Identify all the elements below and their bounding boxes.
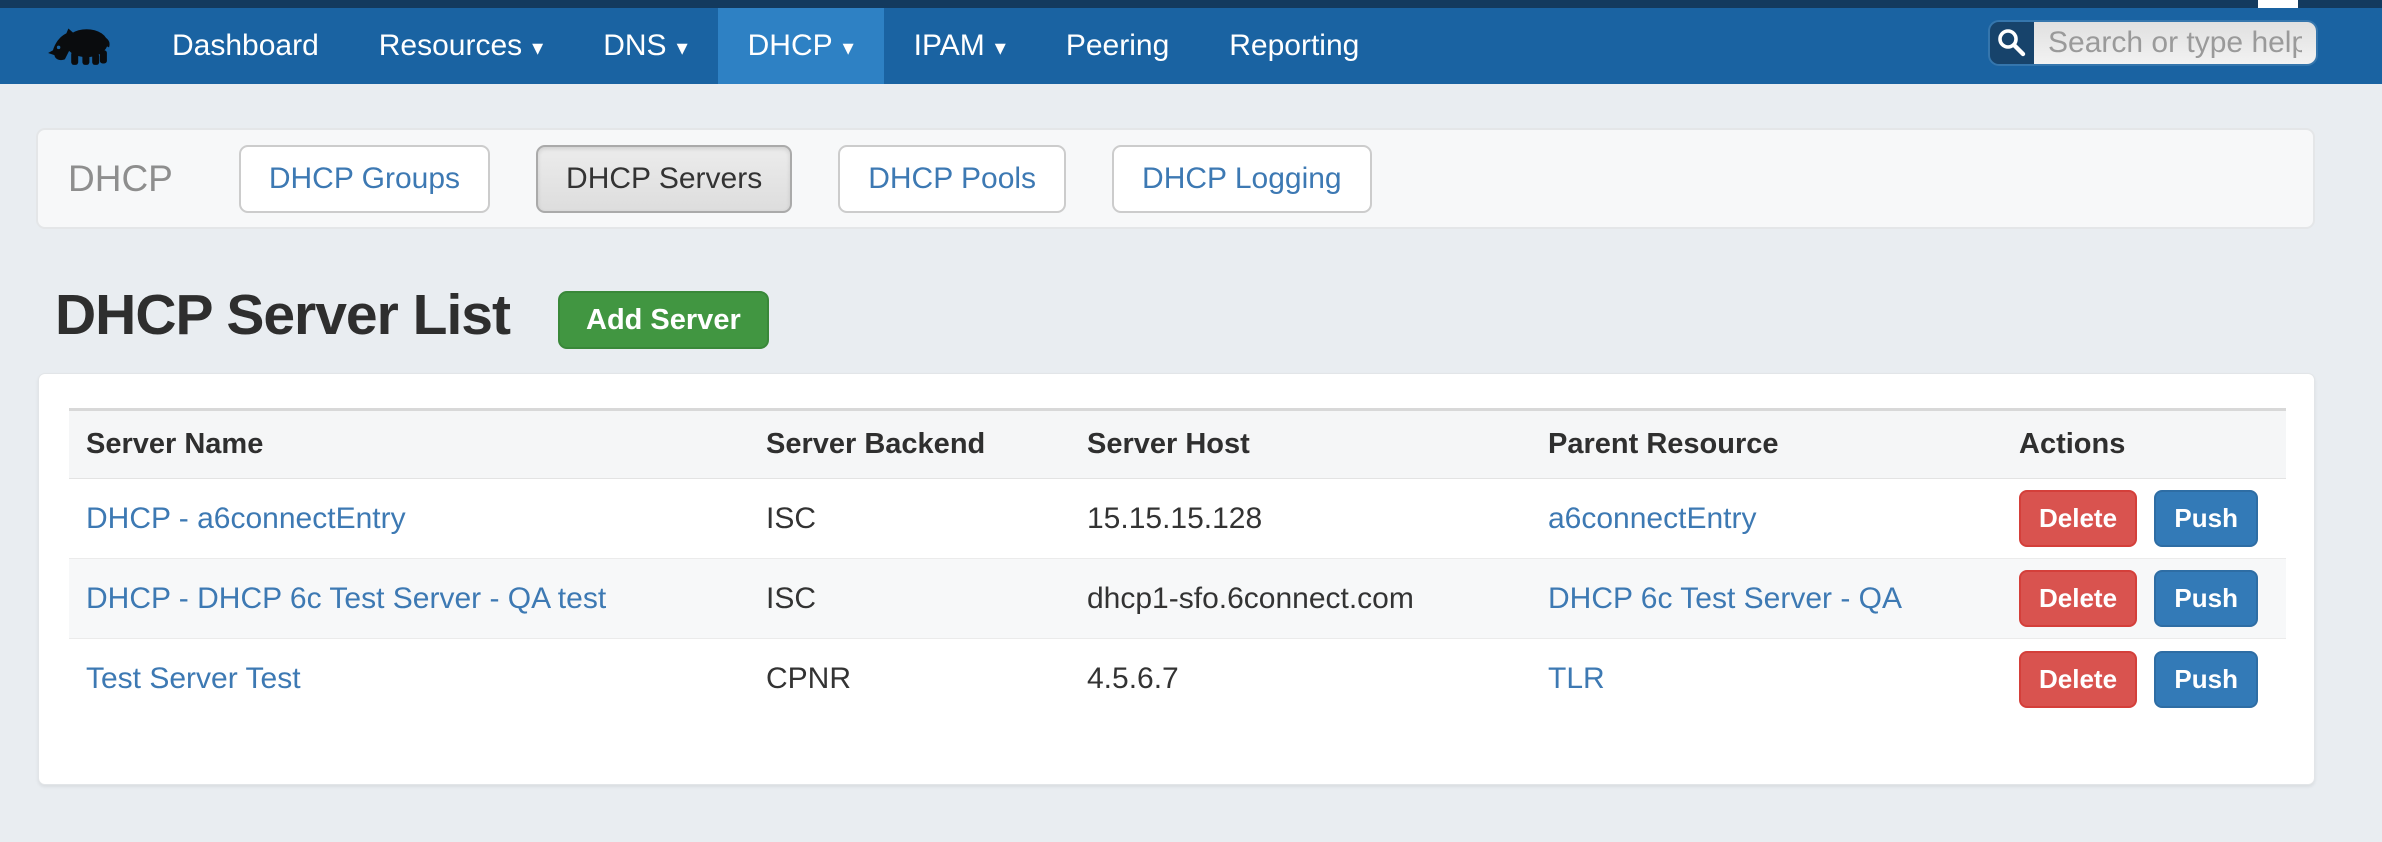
- delete-button[interactable]: Delete: [2019, 570, 2137, 627]
- column-header-server-backend: Server Backend: [766, 428, 1087, 461]
- page-title: DHCP Server List: [55, 282, 510, 348]
- server-list-panel: Server Name Server Backend Server Host P…: [38, 373, 2315, 785]
- push-button[interactable]: Push: [2154, 490, 2258, 547]
- nav-item-label: Dashboard: [172, 29, 319, 63]
- chevron-down-icon: ▾: [843, 35, 854, 61]
- parent-resource-link[interactable]: a6connectEntry: [1548, 502, 1756, 535]
- nav-item-resources[interactable]: Resources ▾: [349, 8, 573, 84]
- dhcp-pools-button[interactable]: DHCP Pools: [838, 145, 1066, 213]
- section-label: DHCP: [68, 158, 173, 200]
- nav-item-label: Resources: [379, 29, 522, 63]
- rhino-logo-icon[interactable]: [46, 16, 116, 76]
- column-header-server-host: Server Host: [1087, 428, 1548, 461]
- chevron-down-icon: ▾: [677, 35, 688, 61]
- table-row: DHCP - DHCP 6c Test Server - QA test ISC…: [69, 559, 2286, 639]
- push-button[interactable]: Push: [2154, 570, 2258, 627]
- browser-chrome-strip: [0, 0, 2382, 8]
- table-header-row: Server Name Server Backend Server Host P…: [69, 408, 2286, 479]
- chevron-down-icon: ▾: [995, 35, 1006, 61]
- dhcp-servers-button[interactable]: DHCP Servers: [536, 145, 792, 213]
- nav-menu: Dashboard Resources ▾ DNS ▾ DHCP ▾ IPAM …: [142, 8, 1389, 84]
- search-input[interactable]: [2034, 22, 2316, 64]
- server-backend-value: ISC: [766, 502, 1087, 536]
- browser-chrome-artifact: [2258, 0, 2298, 8]
- search-icon-box[interactable]: [1990, 22, 2034, 64]
- server-name-link[interactable]: Test Server Test: [86, 662, 301, 695]
- nav-item-dns[interactable]: DNS ▾: [573, 8, 717, 84]
- server-name-link[interactable]: DHCP - DHCP 6c Test Server - QA test: [86, 582, 606, 615]
- server-backend-value: CPNR: [766, 662, 1087, 696]
- top-navbar: Dashboard Resources ▾ DNS ▾ DHCP ▾ IPAM …: [0, 8, 2382, 84]
- server-table: Server Name Server Backend Server Host P…: [69, 408, 2286, 719]
- search-icon: [1995, 26, 2029, 60]
- column-header-actions: Actions: [2019, 428, 2286, 461]
- server-host-value: 4.5.6.7: [1087, 662, 1548, 696]
- parent-resource-link[interactable]: TLR: [1548, 662, 1605, 695]
- nav-item-peering[interactable]: Peering: [1036, 8, 1199, 84]
- nav-item-dashboard[interactable]: Dashboard: [142, 8, 349, 84]
- nav-item-label: DHCP: [748, 29, 833, 63]
- global-search: [1990, 22, 2316, 64]
- table-row: Test Server Test CPNR 4.5.6.7 TLR Delete…: [69, 639, 2286, 719]
- dhcp-section-bar: DHCP DHCP Groups DHCP Servers DHCP Pools…: [36, 128, 2315, 229]
- server-backend-value: ISC: [766, 582, 1087, 616]
- nav-item-reporting[interactable]: Reporting: [1199, 8, 1389, 84]
- push-button[interactable]: Push: [2154, 651, 2258, 708]
- nav-item-label: IPAM: [914, 29, 985, 63]
- nav-item-label: DNS: [603, 29, 666, 63]
- server-name-link[interactable]: DHCP - a6connectEntry: [86, 502, 406, 535]
- nav-item-label: Reporting: [1229, 29, 1359, 63]
- server-host-value: 15.15.15.128: [1087, 502, 1548, 536]
- column-header-server-name: Server Name: [69, 428, 766, 461]
- dhcp-groups-button[interactable]: DHCP Groups: [239, 145, 490, 213]
- chevron-down-icon: ▾: [532, 35, 543, 61]
- delete-button[interactable]: Delete: [2019, 490, 2137, 547]
- delete-button[interactable]: Delete: [2019, 651, 2137, 708]
- table-row: DHCP - a6connectEntry ISC 15.15.15.128 a…: [69, 479, 2286, 559]
- server-host-value: dhcp1-sfo.6connect.com: [1087, 582, 1548, 616]
- nav-item-ipam[interactable]: IPAM ▾: [884, 8, 1036, 84]
- add-server-button[interactable]: Add Server: [558, 291, 769, 349]
- parent-resource-link[interactable]: DHCP 6c Test Server - QA: [1548, 582, 1902, 615]
- nav-item-dhcp[interactable]: DHCP ▾: [718, 8, 884, 84]
- column-header-parent-resource: Parent Resource: [1548, 428, 2019, 461]
- nav-item-label: Peering: [1066, 29, 1169, 63]
- dhcp-logging-button[interactable]: DHCP Logging: [1112, 145, 1372, 213]
